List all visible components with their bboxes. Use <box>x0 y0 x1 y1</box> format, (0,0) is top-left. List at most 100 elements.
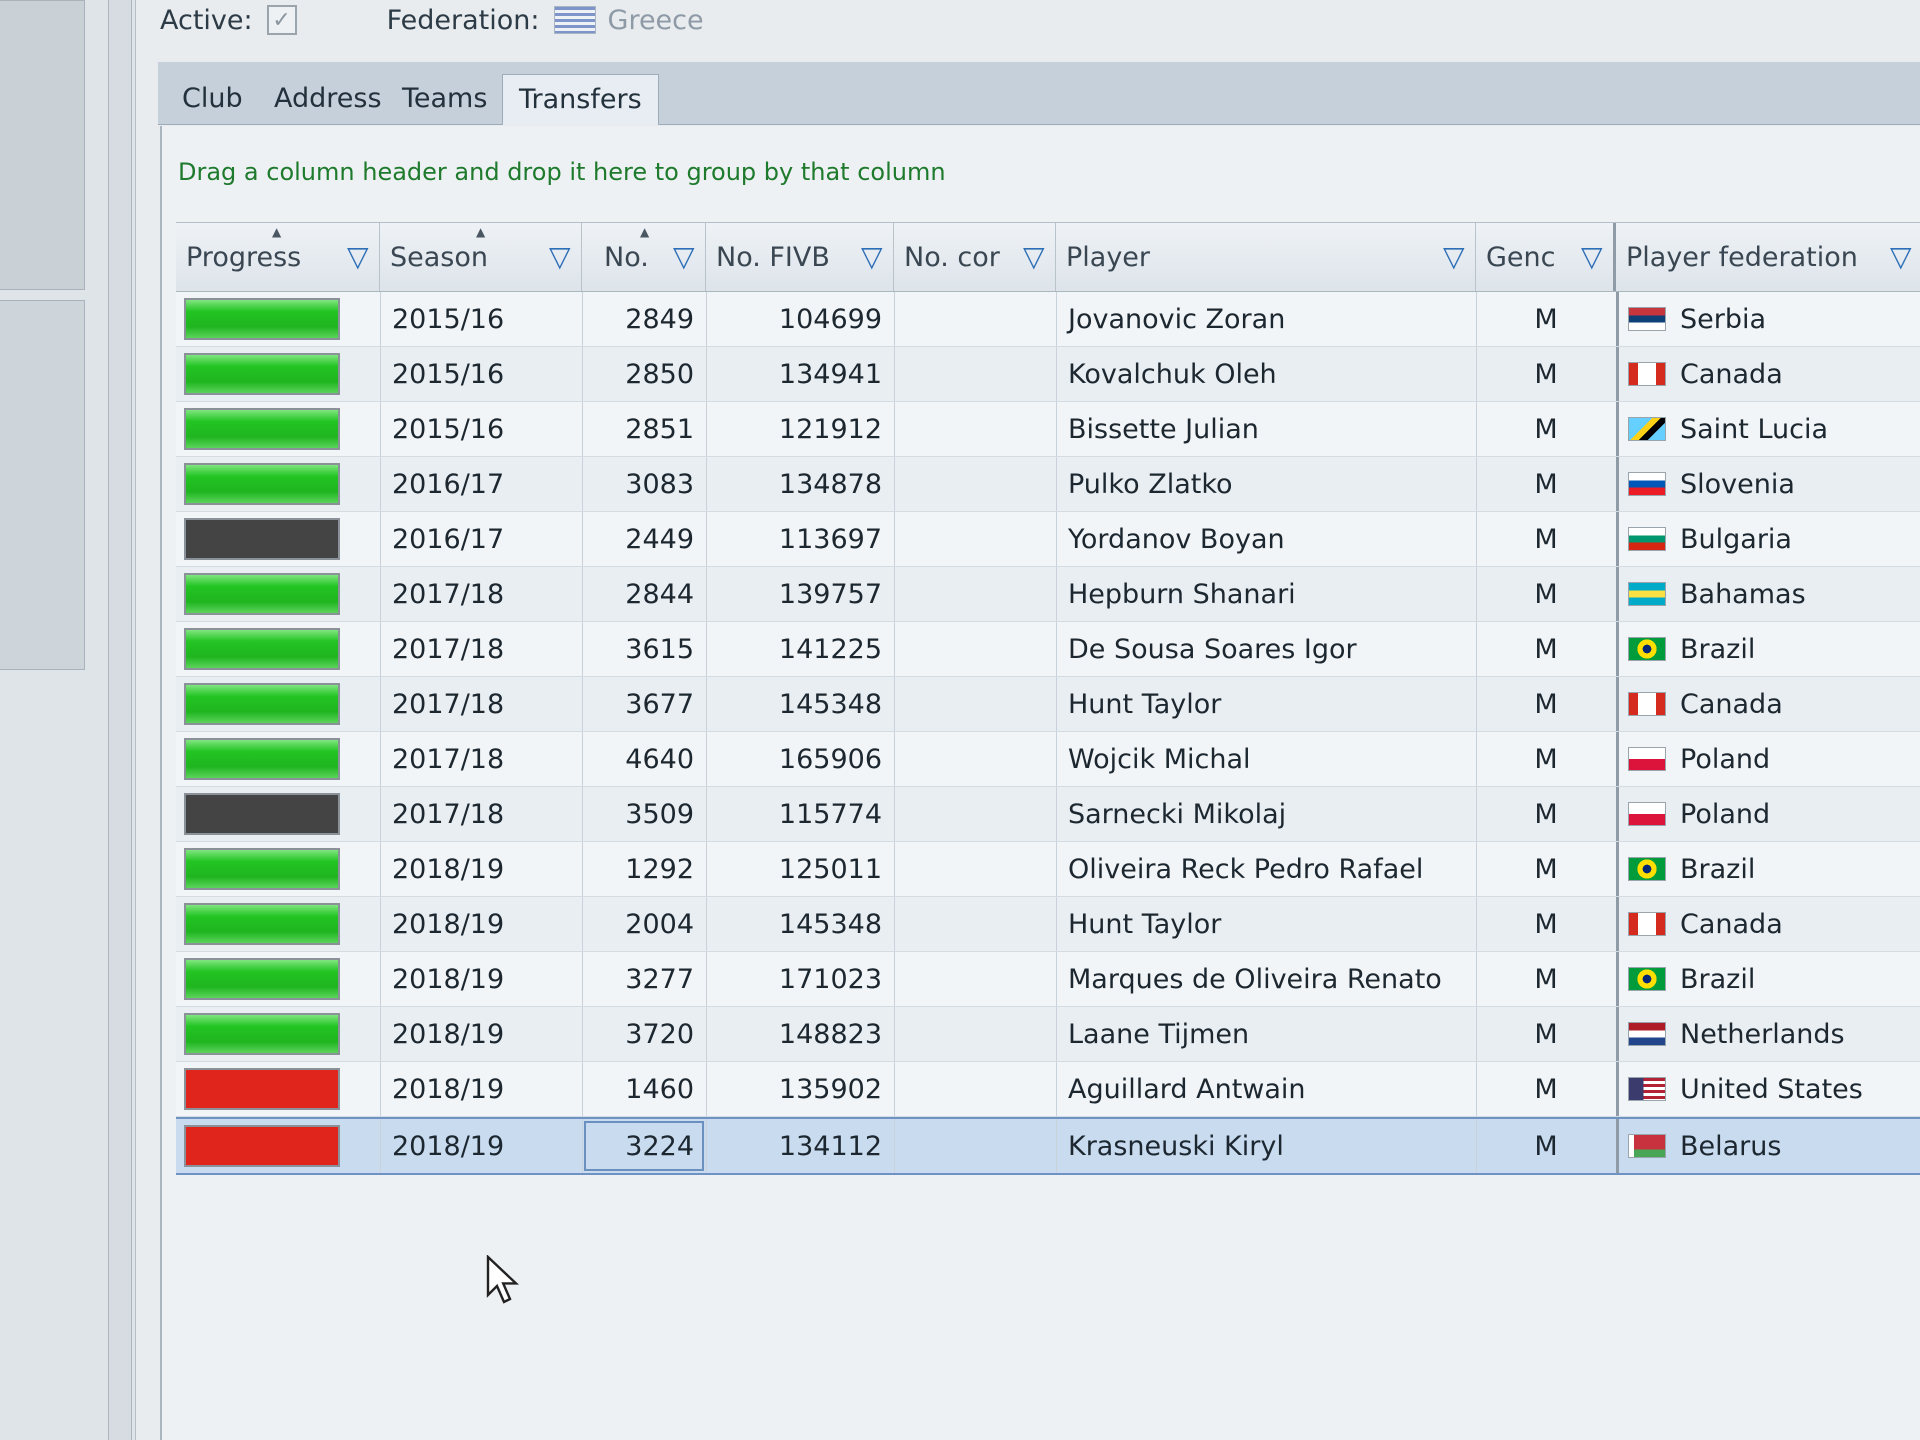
tab-teams[interactable]: Teams <box>386 74 503 124</box>
table-row[interactable]: 2017/18 3615 141225 De Sousa Soares Igor… <box>176 622 1920 677</box>
table-row[interactable]: 2017/18 2844 139757 Hepburn Shanari M Ba… <box>176 567 1920 622</box>
federation-name: United States <box>1680 1073 1863 1105</box>
table-row[interactable]: 2015/16 2850 134941 Kovalchuk Oleh M Can… <box>176 347 1920 402</box>
column-header-season[interactable]: ▲ Season ▽ <box>380 223 582 291</box>
no-cell: 2849 <box>625 303 694 335</box>
fivb-cell: 139757 <box>778 578 882 610</box>
progress-bar <box>184 958 340 1000</box>
filter-icon[interactable]: ▽ <box>1581 243 1605 271</box>
fivb-cell: 134112 <box>778 1130 882 1162</box>
tab-transfers[interactable]: Transfers <box>502 74 659 125</box>
fivb-cell: 148823 <box>778 1018 882 1050</box>
season-cell: 2017/18 <box>392 688 505 720</box>
progress-bar <box>184 793 340 835</box>
player-cell: Bissette Julian <box>1068 413 1259 445</box>
column-header-progress[interactable]: ▲ Progress ▽ <box>176 223 380 291</box>
progress-bar <box>184 683 340 725</box>
poland-flag-icon <box>1628 747 1666 771</box>
progress-bar <box>184 518 340 560</box>
netherlands-flag-icon <box>1628 1022 1666 1046</box>
table-row[interactable]: 2017/18 3509 115774 Sarnecki Mikolaj M P… <box>176 787 1920 842</box>
table-row[interactable]: 2017/18 3677 145348 Hunt Taylor M Canada <box>176 677 1920 732</box>
table-row[interactable]: 2016/17 3083 134878 Pulko Zlatko M Slove… <box>176 457 1920 512</box>
fivb-cell: 171023 <box>778 963 882 995</box>
column-header-gender[interactable]: Genc ▽ <box>1476 223 1616 291</box>
canada-flag-icon <box>1628 362 1666 386</box>
table-row[interactable]: 2015/16 2849 104699 Jovanovic Zoran M Se… <box>176 292 1920 347</box>
table-row[interactable]: 2018/19 3224 134112 Krasneuski Kiryl M B… <box>176 1117 1920 1175</box>
slovenia-flag-icon <box>1628 472 1666 496</box>
progress-cell <box>176 512 380 566</box>
gender-cell: M <box>1534 468 1558 500</box>
table-row[interactable]: 2018/19 1292 125011 Oliveira Reck Pedro … <box>176 842 1920 897</box>
table-row[interactable]: 2017/18 4640 165906 Wojcik Michal M Pola… <box>176 732 1920 787</box>
gender-cell: M <box>1534 358 1558 390</box>
tab-club[interactable]: Club <box>166 74 259 124</box>
progress-bar <box>184 353 340 395</box>
active-checkbox[interactable]: ✓ <box>266 5 297 35</box>
no-cell: 2850 <box>625 358 694 390</box>
progress-cell <box>176 952 380 1006</box>
filter-icon[interactable]: ▽ <box>1443 243 1467 271</box>
player-cell: Yordanov Boyan <box>1068 523 1285 555</box>
season-cell: 2017/18 <box>392 798 505 830</box>
fivb-cell: 121912 <box>778 413 882 445</box>
fivb-cell: 145348 <box>778 908 882 940</box>
gender-cell: M <box>1534 853 1558 885</box>
splitter[interactable] <box>108 0 132 1440</box>
player-cell: Hunt Taylor <box>1068 908 1222 940</box>
gender-cell: M <box>1534 798 1558 830</box>
season-cell: 2017/18 <box>392 633 505 665</box>
progress-cell <box>176 842 380 896</box>
column-header-no-fivb[interactable]: No. FIVB ▽ <box>706 223 894 291</box>
filter-icon[interactable]: ▽ <box>861 243 885 271</box>
table-row[interactable]: 2018/19 1460 135902 Aguillard Antwain M … <box>176 1062 1920 1117</box>
table-row[interactable]: 2015/16 2851 121912 Bissette Julian M Sa… <box>176 402 1920 457</box>
brazil-flag-icon <box>1628 967 1666 991</box>
group-by-drop-area[interactable]: Drag a column header and drop it here to… <box>178 158 946 186</box>
no-con-cell <box>894 677 1056 731</box>
table-row[interactable]: 2018/19 3720 148823 Laane Tijmen M Nethe… <box>176 1007 1920 1062</box>
federation-name: Canada <box>1680 358 1783 390</box>
progress-cell <box>176 347 380 401</box>
no-con-cell <box>894 347 1056 401</box>
serbia-flag-icon <box>1628 307 1666 331</box>
transfers-panel: Drag a column header and drop it here to… <box>160 126 1920 1440</box>
fivb-cell: 113697 <box>778 523 882 555</box>
bulgaria-flag-icon <box>1628 527 1666 551</box>
saint-lucia-flag-icon <box>1628 417 1666 441</box>
column-header-no[interactable]: ▲ No. ▽ <box>582 223 706 291</box>
table-row[interactable]: 2016/17 2449 113697 Yordanov Boyan M Bul… <box>176 512 1920 567</box>
no-con-cell <box>894 732 1056 786</box>
column-header-no-con[interactable]: No. cor ▽ <box>894 223 1056 291</box>
filter-icon[interactable]: ▽ <box>1023 243 1047 271</box>
progress-bar-fill <box>186 740 338 778</box>
federation-cell: Canada <box>1616 897 1920 951</box>
progress-cell <box>176 732 380 786</box>
progress-bar <box>184 463 340 505</box>
filter-icon[interactable]: ▽ <box>673 243 697 271</box>
table-row[interactable]: 2018/19 3277 171023 Marques de Oliveira … <box>176 952 1920 1007</box>
filter-icon[interactable]: ▽ <box>549 243 573 271</box>
canada-flag-icon <box>1628 692 1666 716</box>
left-panel-top <box>0 0 85 290</box>
column-header-player[interactable]: Player ▽ <box>1056 223 1476 291</box>
tab-address[interactable]: Address <box>258 74 398 124</box>
federation-name: Poland <box>1680 743 1771 775</box>
federation-name: Bulgaria <box>1680 523 1792 555</box>
progress-bar-fill <box>186 1015 338 1053</box>
no-cell: 2851 <box>625 413 694 445</box>
federation-name: Slovenia <box>1680 468 1795 500</box>
filter-icon[interactable]: ▽ <box>347 243 371 271</box>
federation-cell: Canada <box>1616 347 1920 401</box>
check-icon: ✓ <box>272 7 291 33</box>
season-cell: 2015/16 <box>392 303 505 335</box>
filter-icon[interactable]: ▽ <box>1890 243 1914 271</box>
federation-cell: Poland <box>1616 787 1920 841</box>
player-cell: Pulko Zlatko <box>1068 468 1233 500</box>
federation-cell: Canada <box>1616 677 1920 731</box>
no-cell: 3277 <box>625 963 694 995</box>
table-row[interactable]: 2018/19 2004 145348 Hunt Taylor M Canada <box>176 897 1920 952</box>
federation-value[interactable]: Greece <box>608 5 704 36</box>
column-header-player-federation[interactable]: Player federation ▽ <box>1616 223 1920 291</box>
